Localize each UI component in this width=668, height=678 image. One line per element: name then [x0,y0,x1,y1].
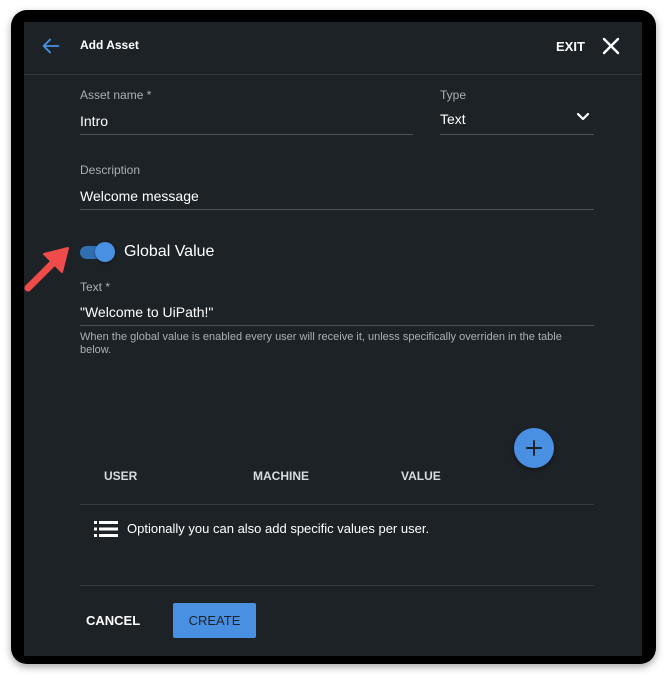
column-header-value[interactable]: VALUE [401,469,441,483]
global-value-toggle[interactable] [80,242,116,262]
description-label: Description [80,163,141,177]
arrow-left-icon[interactable] [40,35,62,57]
description-value: Welcome message [80,188,199,204]
global-value-label: Global Value [124,243,215,260]
add-row-button[interactable] [514,428,554,468]
column-header-user[interactable]: USER [104,469,137,483]
text-field[interactable]: Text * "Welcome to UiPath!" [80,280,594,326]
plus-icon [526,440,542,456]
exit-label: EXIT [556,38,585,54]
toggle-knob [95,242,115,262]
footer-divider [80,585,594,586]
asset-name-value: Intro [80,113,109,129]
column-header-machine[interactable]: MACHINE [253,469,309,483]
add-asset-dialog: Add Asset EXIT Asset name * Intro Type T… [24,22,642,656]
asset-name-field[interactable]: Asset name * Intro [80,88,413,135]
table-divider [80,504,594,505]
cancel-button[interactable]: CANCEL [86,606,156,634]
create-button[interactable]: CREATE [173,603,256,638]
global-value-hint: When the global value is enabled every u… [80,331,562,356]
asset-name-label: Asset name * [80,88,152,102]
list-icon [94,521,118,537]
type-select[interactable]: Type Text [440,88,594,135]
table-empty-message: Optionally you can also add specific val… [127,521,430,536]
annotation-arrow-icon [24,247,69,292]
text-value: "Welcome to UiPath!" [80,304,214,320]
dialog-title: Add Asset [80,38,139,52]
description-field[interactable]: Description Welcome message [80,163,594,210]
chevron-down-icon [576,112,590,121]
text-label: Text * [80,280,111,294]
type-value: Text [440,111,466,127]
exit-button[interactable]: EXIT [556,32,620,60]
close-icon [602,37,620,55]
type-label: Type [440,88,467,102]
dialog-header: Add Asset EXIT [24,22,642,75]
